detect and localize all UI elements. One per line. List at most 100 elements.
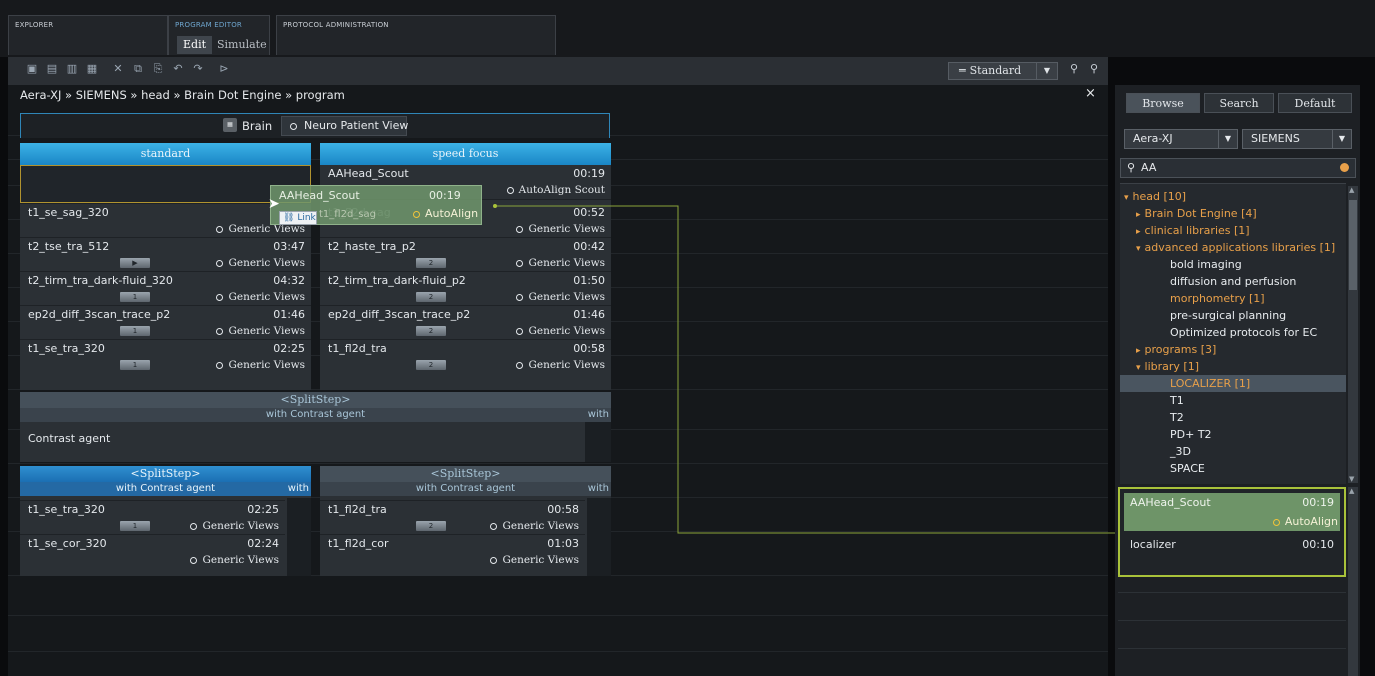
split-step-sub-label: with Contrast agent [415,483,516,494]
scroll-up-icon[interactable]: ▲ [1349,487,1354,495]
close-icon[interactable]: × [1085,86,1096,101]
results-scrollbar[interactable]: ▲ [1348,487,1358,676]
generic-views-button[interactable]: Generic Views [490,554,579,566]
autoalign-scout-button[interactable]: AutoAlign Scout [506,184,605,196]
tree-item[interactable]: PD+ T2 [1120,426,1346,443]
tab-program-editor[interactable]: PROGRAM EDITOR Edit Simulate [168,15,270,55]
expanded-arrow-icon[interactable]: ▾ [1124,193,1129,203]
zoom-out-icon[interactable]: ⚲ [1088,63,1100,75]
tree-item[interactable]: bold imaging [1120,256,1346,273]
tree-item[interactable]: ▾ head [10] [1120,188,1346,205]
undo-icon[interactable]: ↶ [172,63,184,75]
tree-item[interactable]: morphometry [1] [1120,290,1346,307]
new-step-icon[interactable]: ▣ [26,63,38,75]
breadcrumb[interactable]: Aera-XJ » SIEMENS » head » Brain Dot Eng… [20,88,345,102]
tree-item[interactable]: ▸ clinical libraries [1] [1120,222,1346,239]
tab-protocol-administration[interactable]: PROTOCOL ADMINISTRATION [276,15,556,55]
brain-icon: ▦ [223,118,237,132]
generic-views-button[interactable]: Generic Views [216,291,305,303]
split-step-icon[interactable]: ▦ [86,63,98,75]
list-item[interactable]: AAHead_Scout 00:19 AutoAlign [1124,493,1340,531]
vendor-select[interactable]: SIEMENS ▼ [1242,129,1352,149]
split-step-subheader: with Contrast agent with [320,482,611,496]
split-step-header[interactable]: <SplitStep> [20,392,611,408]
generic-views-button[interactable]: Generic Views [490,520,579,532]
table-row[interactable]: t1_se_tra_320 02:25 1 Generic Views [20,500,285,534]
tree-item[interactable]: Optimized protocols for EC [1120,324,1346,341]
subtab-edit[interactable]: Edit [177,36,213,54]
delete-icon[interactable]: ✕ [112,63,124,75]
split-step-sub-label: with Contrast agent [115,483,216,494]
generic-views-button[interactable]: Generic Views [216,359,305,371]
subtab-simulate[interactable]: Simulate [211,36,273,54]
table-row[interactable]: ep2d_diff_3scan_trace_p2 01:46 1 Generic… [20,305,311,339]
insert-branch-icon[interactable]: ▥ [66,63,78,75]
table-row[interactable]: t1_fl2d_cor 01:03 Generic Views [320,534,585,568]
circle-icon [190,557,198,564]
tab-search[interactable]: Search [1204,93,1274,113]
tab-default[interactable]: Default [1278,93,1352,113]
chevron-down-icon[interactable]: ▼ [1036,63,1057,79]
generic-views-button[interactable]: Generic Views [190,554,279,566]
chevron-down-icon[interactable]: ▼ [1332,130,1351,148]
tree-scrollbar-thumb[interactable] [1349,200,1357,290]
collapsed-arrow-icon[interactable]: ▸ [1136,210,1141,220]
protocol-name: t2_haste_tra_p2 [328,240,416,253]
scroll-down-icon[interactable]: ▼ [1349,475,1354,483]
collapsed-arrow-icon[interactable]: ▸ [1136,346,1141,356]
split-step-header[interactable]: <SplitStep> [320,466,611,482]
expanded-arrow-icon[interactable]: ▾ [1136,363,1141,373]
split-step-sub-short: with [587,409,609,420]
split-step-header[interactable]: <SplitStep> [20,466,311,482]
generic-views-button[interactable]: Generic Views [216,257,305,269]
tree-item[interactable]: pre-surgical planning [1120,307,1346,324]
tree-item[interactable]: ▾ advanced applications libraries [1] [1120,239,1346,256]
list-item[interactable]: localizer 00:10 [1124,535,1340,565]
generic-views-button[interactable]: Generic Views [216,325,305,337]
tab-explorer[interactable]: EXPLORER [8,15,168,55]
scanner-select[interactable]: Aera-XJ ▼ [1124,129,1238,149]
neuro-patient-view-button[interactable]: Neuro Patient View [281,116,408,136]
tree-item[interactable]: ▸ programs [3] [1120,341,1346,358]
column-standard-header[interactable]: standard [20,143,311,165]
collapse-icon[interactable]: ⊳ [218,63,230,75]
table-row[interactable]: t2_tirm_tra_dark-fluid_320 04:32 1 Gener… [20,271,311,305]
table-row[interactable]: t1_se_cor_320 02:24 Generic Views [20,534,285,568]
tree-scrollbar[interactable]: ▲ ▼ [1348,186,1358,483]
scroll-up-icon[interactable]: ▲ [1349,186,1354,194]
search-input[interactable]: ⚲ AA [1120,158,1356,178]
tree-item-label: Optimized protocols for EC [1170,326,1318,339]
copy-icon[interactable]: ⧉ [132,63,144,75]
view-select[interactable]: ═ Standard ▼ [948,62,1058,80]
autoalign-tag-label: AutoAlign [1284,515,1338,528]
clear-search-icon[interactable] [1340,163,1349,172]
tab-browse[interactable]: Browse [1126,93,1200,113]
search-input-value: AA [1141,161,1157,174]
tree-item[interactable]: T2 [1120,409,1346,426]
tree-item[interactable]: ▾ library [1] [1120,358,1346,375]
zoom-in-icon[interactable]: ⚲ [1068,63,1080,75]
tree-item[interactable]: SPACE [1120,460,1346,477]
table-row[interactable]: t2_tse_tra_512 03:47 ▶ Generic Views [20,237,311,271]
tree-item[interactable]: diffusion and perfusion [1120,273,1346,290]
insert-step-icon[interactable]: ▤ [46,63,58,75]
tree-item[interactable]: LOCALIZER [1] [1120,375,1346,392]
tree-item-label: clinical libraries [1] [1144,224,1250,237]
column-standard: standard t1_se_sag_320 Generic Views t2_… [20,143,311,390]
tree-item[interactable]: ▸ Brain Dot Engine [4] [1120,205,1346,222]
chevron-down-icon[interactable]: ▼ [1218,130,1237,148]
tree-item[interactable]: _3D [1120,443,1346,460]
expanded-arrow-icon[interactable]: ▾ [1136,244,1141,254]
autoalign-tag: AutoAlign [1272,515,1338,528]
protocol-name: t1_fl2d_cor [328,537,389,550]
redo-icon[interactable]: ↷ [192,63,204,75]
protocol-name: ep2d_diff_3scan_trace_p2 [28,308,171,321]
table-row[interactable]: t1_fl2d_tra 00:58 2 Generic Views [320,500,585,534]
tree-item[interactable]: T1 [1120,392,1346,409]
column-speed-focus-header[interactable]: speed focus [320,143,611,165]
table-row[interactable]: t1_se_tra_320 02:25 1 Generic Views [20,339,311,373]
circle-icon [190,523,198,530]
paste-icon[interactable]: ⎘ [152,63,164,75]
collapsed-arrow-icon[interactable]: ▸ [1136,227,1141,237]
generic-views-button[interactable]: Generic Views [190,520,279,532]
